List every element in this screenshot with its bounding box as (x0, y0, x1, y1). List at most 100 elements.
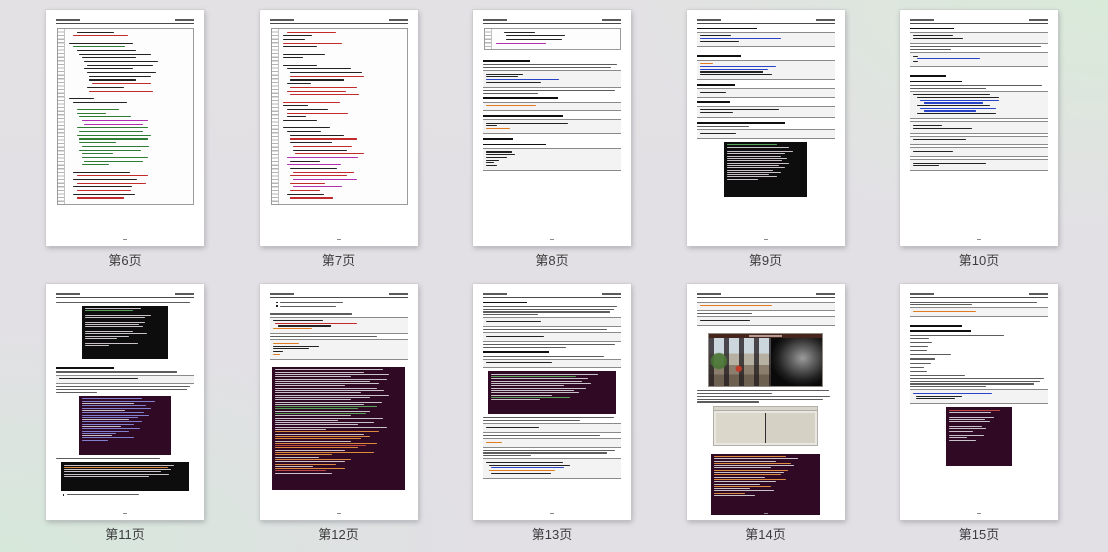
paragraph-lines (270, 336, 408, 337)
code-block (483, 70, 621, 88)
page-thumbnail[interactable] (260, 10, 418, 246)
heading-line (910, 81, 962, 83)
page-thumbnail[interactable] (473, 10, 631, 246)
page-header (270, 293, 408, 295)
page-content (910, 28, 1048, 172)
header-right-text (175, 19, 194, 21)
heading-line (483, 138, 513, 140)
heading-line (697, 28, 758, 30)
page-thumbnail[interactable] (900, 10, 1058, 246)
header-left-text (483, 293, 507, 295)
page-thumbnail-cell: 第13页 (473, 284, 631, 543)
code-block (483, 102, 621, 112)
code-block (483, 359, 621, 369)
spacer (697, 49, 835, 52)
paragraph-lines (910, 378, 1048, 387)
page-label: 第13页 (532, 527, 572, 543)
page-thumbnail-cell: 第9页 (687, 10, 845, 269)
bullet-line (276, 302, 407, 304)
page-header (697, 19, 835, 21)
page-header (483, 293, 621, 295)
spacer (910, 69, 1048, 71)
page-label: 第14页 (745, 527, 785, 543)
paragraph-lines (483, 90, 621, 94)
page-number (550, 239, 554, 241)
page-label: 第11页 (105, 527, 145, 543)
header-rule (56, 23, 194, 24)
spacer (270, 362, 408, 364)
page-header (483, 19, 621, 21)
page-thumbnail[interactable] (46, 284, 204, 520)
header-right-text (602, 293, 621, 295)
code-block (483, 332, 621, 342)
page-thumbnail-cell: 第10页 (900, 10, 1058, 269)
heading-line (483, 115, 563, 117)
terminal-screenshot (61, 462, 188, 491)
code-block (270, 339, 408, 359)
header-right-text (816, 19, 835, 21)
right-panel (766, 413, 814, 443)
page-thumbnail[interactable] (900, 284, 1058, 520)
page-label: 第7页 (322, 253, 355, 269)
page-label: 第12页 (318, 527, 358, 543)
paragraph-lines (910, 335, 1048, 336)
code-block (910, 32, 1048, 44)
spacer (697, 328, 835, 330)
code-block (697, 129, 835, 139)
terminal-screenshot (79, 396, 171, 455)
paragraph-lines (270, 313, 408, 314)
page-content (270, 302, 408, 490)
code-block (697, 32, 835, 47)
thumbnail-board: 第6页第7页第8页第9页第10页 第11页第12页第13页第14页第15页 (0, 0, 1108, 552)
window-titlebar (709, 334, 822, 338)
left-panel (716, 413, 764, 443)
rgb-photo (709, 338, 771, 386)
heading-line (697, 84, 736, 86)
page-thumbnail[interactable] (473, 284, 631, 520)
page-label: 第8页 (535, 253, 568, 269)
heading-line (697, 122, 785, 124)
thumbnail-row-1: 第6页第7页第8页第9页第10页 (0, 0, 1108, 269)
header-left-text (697, 19, 721, 21)
page-thumbnail[interactable] (687, 284, 845, 520)
page-thumbnail-cell: 第14页 (687, 284, 845, 543)
paragraph-lines (56, 302, 194, 303)
code-block (697, 302, 835, 312)
code-block (483, 458, 621, 478)
paragraph-lines (56, 458, 194, 459)
paragraph-lines (910, 338, 1048, 372)
page-header (270, 19, 408, 21)
header-right-text (1029, 19, 1048, 21)
page-thumbnail[interactable] (46, 10, 204, 246)
header-left-text (483, 19, 507, 21)
code-block (910, 121, 1048, 133)
paragraph-lines (697, 396, 835, 403)
header-left-text (270, 293, 294, 295)
page-number (550, 513, 554, 515)
spacer (483, 52, 621, 56)
paragraph-lines (910, 46, 1048, 50)
code-block (697, 88, 835, 98)
header-left-text (910, 293, 934, 295)
heading-line (483, 302, 527, 304)
header-left-text (56, 293, 80, 295)
bullet-dot (276, 302, 278, 304)
code-block (910, 307, 1048, 317)
page-thumbnail[interactable] (687, 10, 845, 246)
page-label: 第10页 (959, 253, 999, 269)
bullet-dot (276, 305, 278, 307)
bullet-line (63, 494, 194, 496)
code-block (483, 438, 621, 448)
page-number (337, 239, 341, 241)
code-block (910, 147, 1048, 157)
header-rule (270, 23, 408, 24)
page-header (697, 293, 835, 295)
page-header (56, 19, 194, 21)
paragraph-lines (910, 85, 1048, 89)
spacer (270, 309, 408, 311)
code-block (483, 148, 621, 171)
terminal-screenshot (272, 367, 405, 490)
header-rule (910, 23, 1048, 24)
header-rule (697, 297, 835, 298)
page-thumbnail[interactable] (260, 284, 418, 520)
